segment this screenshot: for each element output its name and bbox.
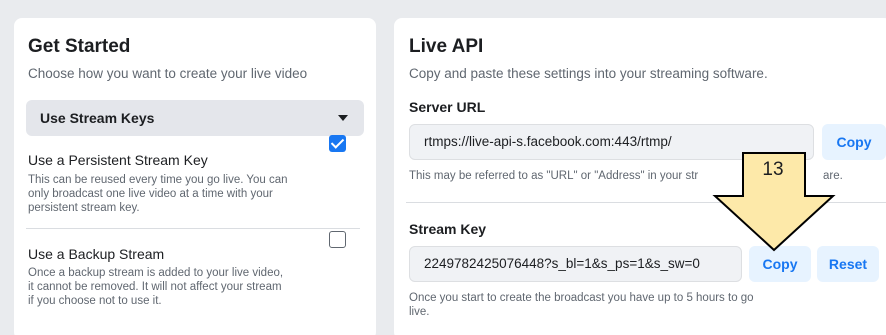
stream-key-note-1: Once you start to create the broadcast y…	[409, 292, 754, 304]
get-started-subtitle: Choose how you want to create your live …	[28, 66, 308, 81]
backup-stream-desc-1: Once a backup stream is added to your li…	[28, 267, 284, 279]
persistent-key-desc-2: only broadcast one live video at a time …	[28, 188, 273, 200]
backup-stream-desc-2: it cannot be removed. It will not affect…	[28, 281, 282, 293]
stream-method-dropdown[interactable]: Use Stream Keys	[26, 100, 364, 136]
persistent-key-desc-1: This can be reused every time you go liv…	[28, 174, 288, 186]
get-started-panel: Get Started Choose how you want to creat…	[14, 18, 376, 335]
persistent-key-desc-3: persistent stream key.	[28, 202, 140, 214]
callout-number: 13	[762, 159, 784, 180]
persistent-key-title: Use a Persistent Stream Key	[28, 152, 208, 168]
live-api-title: Live API	[409, 36, 484, 57]
server-url-note: This may be referred to as "URL" or "Add…	[409, 170, 698, 183]
persistent-key-checkbox[interactable]	[329, 135, 346, 152]
stream-key-label: Stream Key	[409, 221, 487, 237]
server-url-note-start: This may be referred to as "URL" or "Add…	[409, 170, 699, 182]
caret-down-icon	[338, 115, 348, 121]
backup-stream-desc-3: if you choose not to use it.	[28, 295, 162, 307]
live-api-subtitle: Copy and paste these settings into your …	[409, 66, 768, 81]
backup-stream-checkbox[interactable]	[329, 231, 346, 248]
stream-key-note-2: live.	[409, 306, 430, 318]
stream-key-input[interactable]: 2249782425076448?s_bl=1&s_ps=1&s_sw=0	[409, 246, 742, 282]
backup-stream-title: Use a Backup Stream	[28, 246, 165, 262]
get-started-title: Get Started	[28, 36, 131, 57]
options-divider	[26, 228, 360, 229]
server-url-label: Server URL	[409, 99, 486, 115]
dropdown-label: Use Stream Keys	[40, 110, 155, 126]
